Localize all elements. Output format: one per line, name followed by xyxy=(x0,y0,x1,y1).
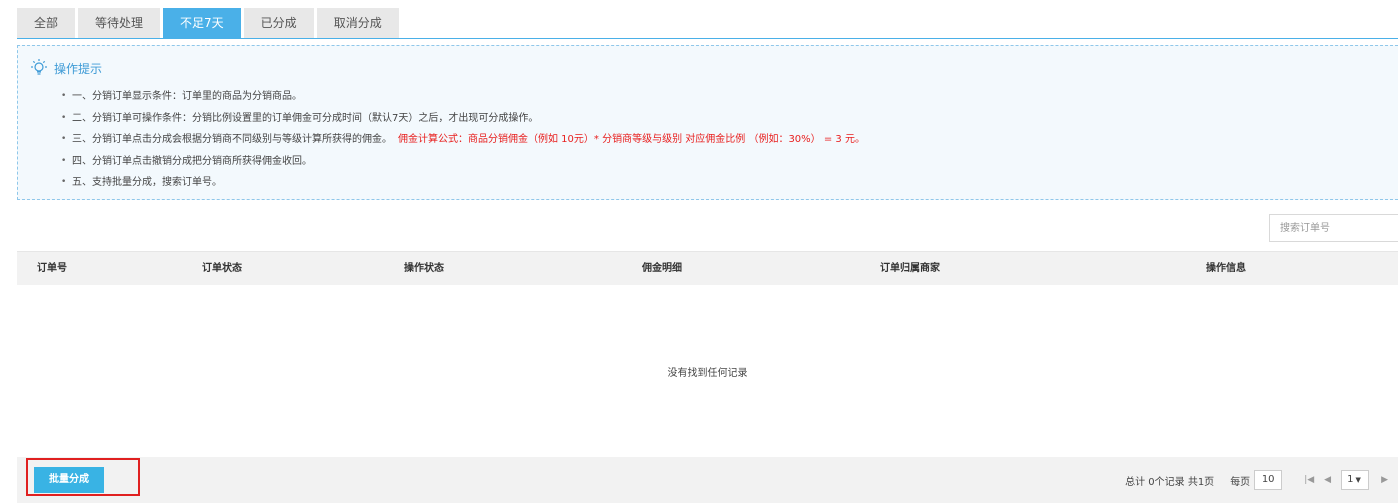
tab-cancelled[interactable]: 取消分成 xyxy=(316,8,399,38)
order-search-box xyxy=(1269,214,1398,242)
column-operation-status[interactable]: 操作状态 xyxy=(404,252,444,286)
pagination: 总计 0个记录 共1页 每页 10 |◀ ◀ 1 ▼ ▶ xyxy=(1125,470,1398,490)
tip-item: • 三、分销订单点击分成会根据分销商不同级别与等级计算所获得的佣金。 佣金计算公式：… xyxy=(58,129,865,151)
table-header: 订单号 订单状态 操作状态 佣金明细 订单归属商家 操作信息 xyxy=(17,251,1398,285)
column-order-status[interactable]: 订单状态 xyxy=(202,252,242,286)
record-summary: 总计 0个记录 共1页 xyxy=(1125,476,1215,488)
tip-text: 一、分销订单显示条件：订单里的商品为分销商品。 xyxy=(72,91,302,102)
bullet-icon: • xyxy=(61,112,67,123)
batch-settle-button[interactable]: 批量分成 xyxy=(34,467,104,493)
tips-list: • 一、分销订单显示条件：订单里的商品为分销商品。 • 二、分销订单可操作条件：分销… xyxy=(58,86,865,194)
tips-header: 操作提示 xyxy=(30,58,102,79)
column-order-merchant[interactable]: 订单归属商家 xyxy=(880,252,940,286)
tab-divider xyxy=(17,38,1398,39)
tip-text: 二、分销订单可操作条件：分销比例设置里的订单佣金可分成时间（默认7天）之后，才出… xyxy=(72,112,539,124)
per-page-label: 每页 xyxy=(1230,476,1251,488)
tip-text: 四、分销订单点击撤销分成把分销商所获得佣金收回。 xyxy=(72,155,312,167)
table-footer: 批量分成 总计 0个记录 共1页 每页 10 |◀ ◀ 1 ▼ ▶ xyxy=(17,457,1398,503)
first-page-icon[interactable]: |◀ xyxy=(1304,475,1314,485)
next-page-icon[interactable]: ▶ xyxy=(1381,475,1388,485)
bullet-icon: • xyxy=(61,177,67,187)
tip-item: • 五、支持批量分成，搜索订单号。 xyxy=(58,172,865,194)
status-tabs: 全部 等待处理 不足7天 已分成 取消分成 xyxy=(17,8,399,38)
bullet-icon: • xyxy=(61,91,67,101)
column-order-no[interactable]: 订单号 xyxy=(37,252,67,286)
column-commission-detail[interactable]: 佣金明细 xyxy=(642,252,682,286)
prev-page-icon[interactable]: ◀ xyxy=(1324,475,1331,485)
tab-under-7-days[interactable]: 不足7天 xyxy=(163,8,241,38)
column-operation-info[interactable]: 操作信息 xyxy=(1206,252,1246,286)
tips-title: 操作提示 xyxy=(54,62,103,76)
page-size-input[interactable]: 10 xyxy=(1254,470,1283,490)
page-select[interactable]: 1 ▼ xyxy=(1341,470,1370,490)
current-page-value: 1 xyxy=(1347,474,1354,485)
operation-tips-panel: 操作提示 • 一、分销订单显示条件：订单里的商品为分销商品。 • 二、分销订单可操作… xyxy=(17,45,1398,200)
table-body: 没有找到任何记录 xyxy=(17,285,1398,457)
tip-text: 三、分销订单点击分成会根据分销商不同级别与等级计算所获得的佣金。 xyxy=(72,134,392,145)
chevron-down-icon: ▼ xyxy=(1355,476,1361,484)
tip-text: 五、支持批量分成，搜索订单号。 xyxy=(72,177,222,188)
tab-all[interactable]: 全部 xyxy=(17,8,76,38)
tab-settled[interactable]: 已分成 xyxy=(243,8,314,38)
order-search-input[interactable] xyxy=(1280,215,1398,241)
empty-state-text: 没有找到任何记录 xyxy=(667,368,748,379)
tip-item: • 一、分销订单显示条件：订单里的商品为分销商品。 xyxy=(58,86,865,108)
bullet-icon: • xyxy=(61,134,67,144)
lightbulb-icon xyxy=(30,58,48,79)
commission-formula: 佣金计算公式：商品分销佣金（例如 10元）* 分销商等级与级别 对应佣金比例 （… xyxy=(398,134,865,145)
tip-item: • 二、分销订单可操作条件：分销比例设置里的订单佣金可分成时间（默认7天）之后，才… xyxy=(58,108,865,130)
tip-item: • 四、分销订单点击撤销分成把分销商所获得佣金收回。 xyxy=(58,151,865,173)
bullet-icon: • xyxy=(61,155,67,166)
tab-pending[interactable]: 等待处理 xyxy=(78,8,161,38)
